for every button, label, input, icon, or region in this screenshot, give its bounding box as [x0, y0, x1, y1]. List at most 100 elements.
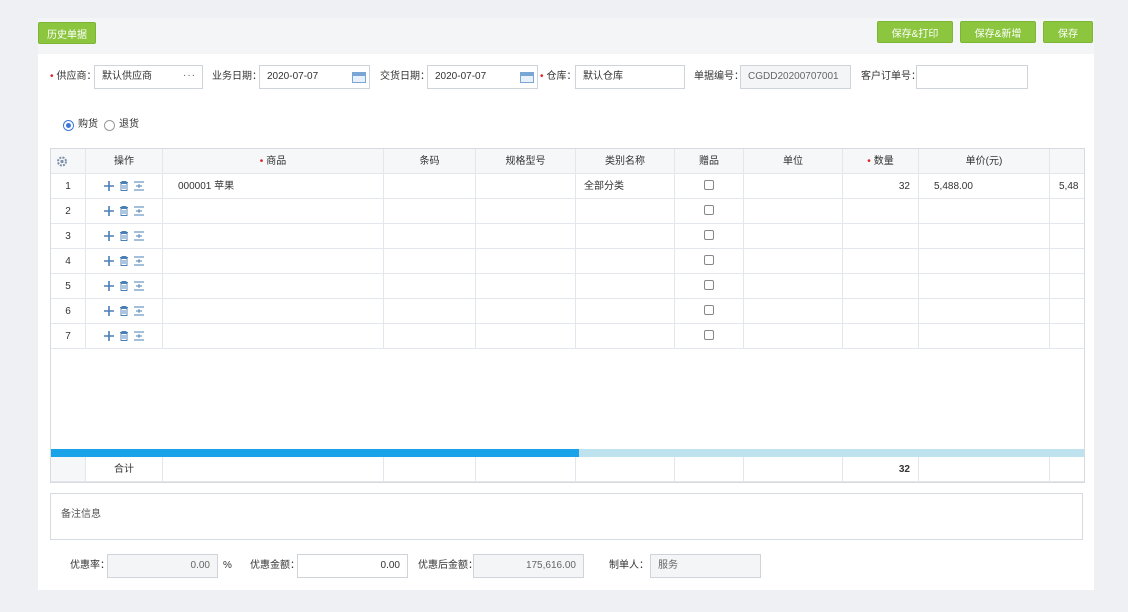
row-product[interactable]: 000001 苹果 [163, 174, 384, 198]
row-barcode[interactable] [384, 174, 476, 198]
after-discount-field[interactable]: 175,616.00 [473, 554, 584, 578]
row-category[interactable] [576, 199, 675, 223]
row-price[interactable] [919, 274, 1050, 298]
insert-row-icon[interactable] [134, 181, 144, 191]
row-qty[interactable]: 32 [843, 174, 919, 198]
insert-row-icon[interactable] [134, 306, 144, 316]
delete-row-icon[interactable] [119, 281, 129, 291]
add-row-icon[interactable] [104, 206, 114, 216]
gift-checkbox[interactable] [704, 255, 714, 266]
row-spec[interactable] [476, 299, 576, 323]
row-category[interactable] [576, 224, 675, 248]
doc-no-field[interactable]: CGDD20200707001 [740, 65, 851, 89]
row-product[interactable] [163, 324, 384, 348]
row-price[interactable] [919, 249, 1050, 273]
delete-row-icon[interactable] [119, 256, 129, 266]
insert-row-icon[interactable] [134, 281, 144, 291]
row-spec[interactable] [476, 324, 576, 348]
row-qty[interactable] [843, 249, 919, 273]
row-amount[interactable] [1050, 249, 1084, 273]
row-spec[interactable] [476, 274, 576, 298]
row-product[interactable] [163, 299, 384, 323]
row-price[interactable] [919, 224, 1050, 248]
customer-order-field[interactable] [916, 65, 1028, 89]
row-qty[interactable] [843, 274, 919, 298]
row-barcode[interactable] [384, 224, 476, 248]
insert-row-icon[interactable] [134, 206, 144, 216]
gift-checkbox[interactable] [704, 305, 714, 316]
row-spec[interactable] [476, 249, 576, 273]
return-radio-label[interactable]: 退货 [119, 113, 139, 137]
row-qty[interactable] [843, 224, 919, 248]
row-unit[interactable] [744, 174, 843, 198]
row-category[interactable] [576, 324, 675, 348]
save-new-button[interactable]: 保存&新增 [960, 21, 1036, 43]
purchase-radio-label[interactable]: 购货 [78, 113, 98, 137]
row-price[interactable] [919, 199, 1050, 223]
gift-checkbox[interactable] [704, 330, 714, 341]
row-barcode[interactable] [384, 274, 476, 298]
row-amount[interactable] [1050, 199, 1084, 223]
row-spec[interactable] [476, 199, 576, 223]
row-qty[interactable] [843, 199, 919, 223]
row-barcode[interactable] [384, 324, 476, 348]
row-amount[interactable]: 5,48 [1050, 174, 1084, 198]
row-amount[interactable] [1050, 324, 1084, 348]
row-unit[interactable] [744, 199, 843, 223]
add-row-icon[interactable] [104, 231, 114, 241]
row-barcode[interactable] [384, 249, 476, 273]
row-category[interactable] [576, 249, 675, 273]
row-category[interactable] [576, 299, 675, 323]
delete-row-icon[interactable] [119, 306, 129, 316]
row-unit[interactable] [744, 249, 843, 273]
add-row-icon[interactable] [104, 306, 114, 316]
row-amount[interactable] [1050, 274, 1084, 298]
row-amount[interactable] [1050, 299, 1084, 323]
row-price[interactable]: 5,488.00 [919, 174, 1050, 198]
biz-date-field[interactable]: 2020-07-07 [259, 65, 370, 89]
gift-checkbox[interactable] [704, 230, 714, 241]
maker-field[interactable]: 服务 [650, 554, 761, 578]
delete-row-icon[interactable] [119, 331, 129, 341]
row-price[interactable] [919, 324, 1050, 348]
gift-checkbox[interactable] [704, 205, 714, 216]
row-category[interactable] [576, 274, 675, 298]
supplier-field[interactable]: 默认供应商 ··· [94, 65, 203, 89]
row-spec[interactable] [476, 174, 576, 198]
row-barcode[interactable] [384, 299, 476, 323]
discount-amount-field[interactable]: 0.00 [297, 554, 408, 578]
add-row-icon[interactable] [104, 181, 114, 191]
discount-rate-field[interactable]: 0.00 [107, 554, 218, 578]
calendar-icon[interactable] [352, 72, 366, 83]
row-category[interactable]: 全部分类 [576, 174, 675, 198]
delete-row-icon[interactable] [119, 231, 129, 241]
row-qty[interactable] [843, 299, 919, 323]
add-row-icon[interactable] [104, 281, 114, 291]
row-product[interactable] [163, 199, 384, 223]
add-row-icon[interactable] [104, 256, 114, 266]
row-unit[interactable] [744, 299, 843, 323]
insert-row-icon[interactable] [134, 256, 144, 266]
row-spec[interactable] [476, 224, 576, 248]
purchase-radio[interactable] [63, 120, 74, 131]
return-radio[interactable] [104, 120, 115, 131]
row-product[interactable] [163, 249, 384, 273]
save-print-button[interactable]: 保存&打印 [877, 21, 953, 43]
scrollbar-thumb[interactable] [51, 449, 579, 457]
row-unit[interactable] [744, 324, 843, 348]
insert-row-icon[interactable] [134, 231, 144, 241]
row-barcode[interactable] [384, 199, 476, 223]
gift-checkbox[interactable] [704, 280, 714, 291]
remark-box[interactable]: 备注信息 [50, 493, 1083, 540]
add-row-icon[interactable] [104, 331, 114, 341]
insert-row-icon[interactable] [134, 331, 144, 341]
column-settings[interactable] [51, 149, 86, 173]
delivery-date-field[interactable]: 2020-07-07 [427, 65, 538, 89]
history-docs-button[interactable]: 历史单据 [38, 22, 96, 44]
row-unit[interactable] [744, 274, 843, 298]
save-button[interactable]: 保存 [1043, 21, 1093, 43]
row-amount[interactable] [1050, 224, 1084, 248]
gear-icon[interactable] [51, 149, 86, 173]
row-product[interactable] [163, 224, 384, 248]
row-price[interactable] [919, 299, 1050, 323]
